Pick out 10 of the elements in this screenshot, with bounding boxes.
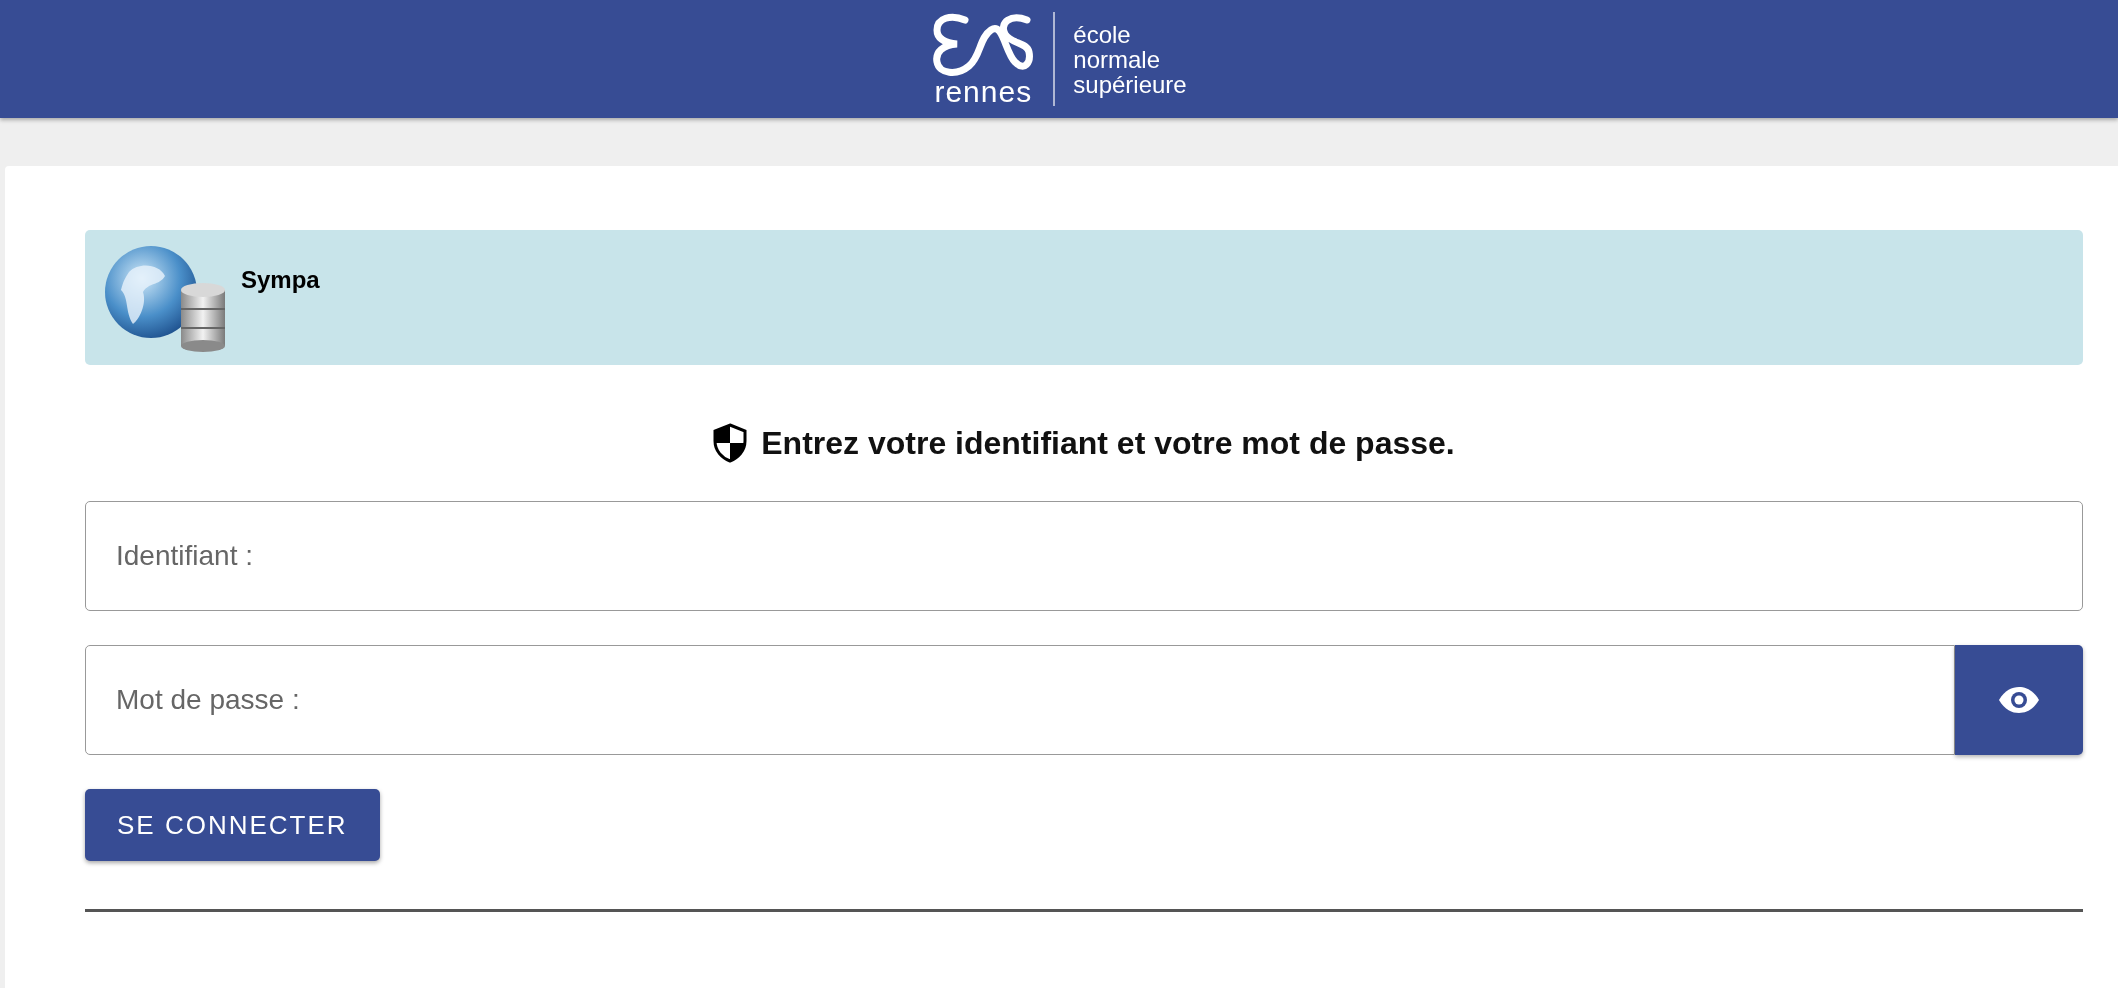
shield-icon [713,423,748,463]
logo-text: école normale supérieure [1073,21,1187,97]
password-field[interactable]: Mot de passe : [85,645,1955,755]
eye-icon [1997,685,2041,715]
username-field[interactable]: Identifiant : [85,501,2083,611]
banner-title: Sympa [241,266,320,294]
login-heading: Entrez votre identifiant et votre mot de passe. [761,424,1455,462]
show-password-button[interactable] [1955,645,2083,755]
login-button[interactable]: SE CONNECTER [85,789,380,861]
logo-word: rennes [934,78,1033,106]
